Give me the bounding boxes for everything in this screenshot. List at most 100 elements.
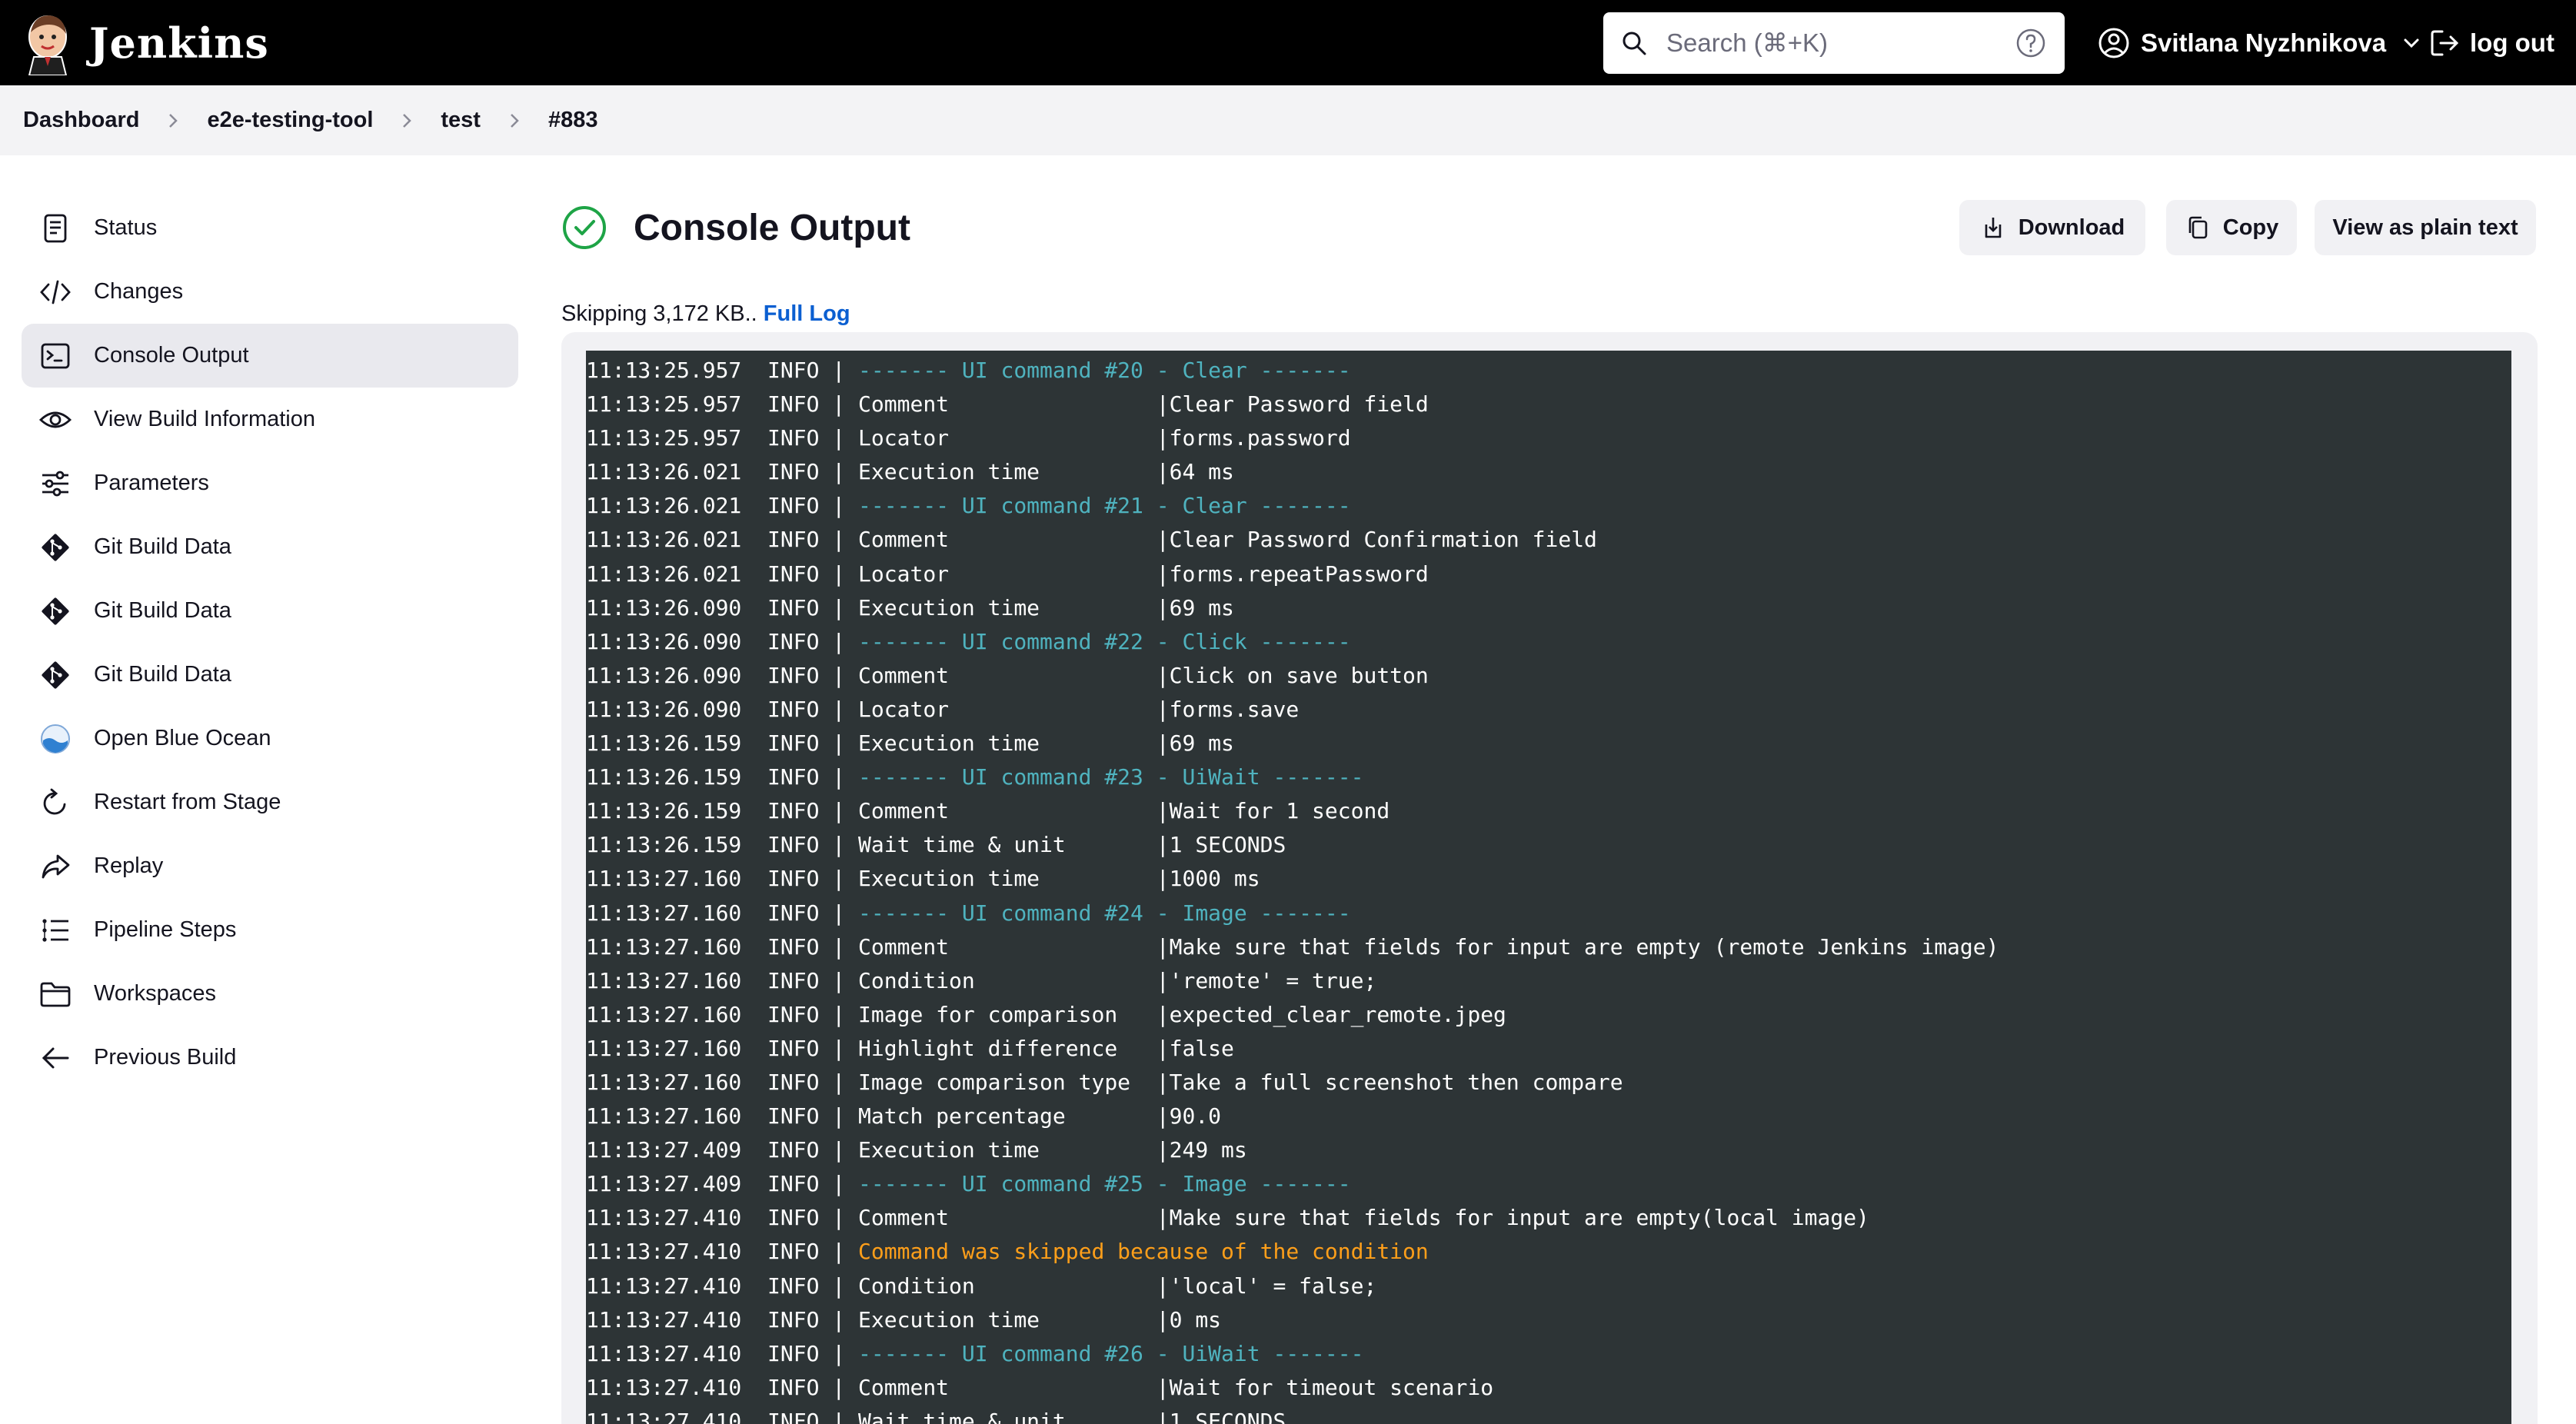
log-line: 11:13:26.090 INFO | Execution time |69 m… [586, 594, 1234, 621]
log-level: INFO [767, 1103, 820, 1130]
sidebar-item-parameters[interactable]: Parameters [22, 451, 518, 515]
terminal-icon [41, 343, 70, 368]
download-button[interactable]: Download [1959, 200, 2145, 255]
sidebar-item-label: Pipeline Steps [94, 917, 237, 942]
sidebar-item-label: Console Output [94, 343, 249, 368]
view-plain-text-button[interactable]: View as plain text [2315, 200, 2536, 255]
log-level: INFO [767, 1273, 820, 1299]
chevron-right-icon [511, 113, 519, 128]
sidebar-item-console-output[interactable]: Console Output [22, 324, 518, 388]
log-message: Execution time |1000 ms [858, 866, 1260, 892]
log-level: INFO [767, 1035, 820, 1061]
sidebar-item-replay[interactable]: Replay [22, 834, 518, 898]
copy-button[interactable]: Copy [2166, 200, 2297, 255]
sliders-icon [42, 471, 68, 496]
logout-link[interactable]: log out [2428, 22, 2554, 65]
sidebar-item-git-build-data-1[interactable]: Git Build Data [22, 515, 518, 579]
chevron-right-icon [169, 113, 178, 128]
sidebar-item-git-build-data-3[interactable]: Git Build Data [22, 643, 518, 707]
folder-icon [40, 982, 71, 1006]
log-level: INFO [767, 493, 820, 519]
breadcrumb-item-build[interactable]: #883 [548, 108, 598, 133]
log-level: INFO [767, 527, 820, 553]
page-header: Console Output [561, 204, 910, 251]
search-box[interactable] [1603, 12, 2065, 74]
user-avatar-icon [2098, 28, 2129, 58]
search-icon [1622, 32, 1646, 55]
sidebar-item-git-build-data-2[interactable]: Git Build Data [22, 579, 518, 643]
sidebar-item-previous-build[interactable]: Previous Build [22, 1026, 518, 1090]
log-timestamp: 11:13:26.021 [586, 561, 742, 587]
breadcrumb-item-job[interactable]: e2e-testing-tool [207, 108, 373, 133]
arrow-left-icon [42, 1047, 69, 1068]
sidebar-item-open-blue-ocean[interactable]: Open Blue Ocean [22, 707, 518, 770]
sidebar-item-label: Previous Build [94, 1045, 237, 1070]
log-timestamp: 11:13:27.160 [586, 1069, 742, 1095]
log-line: 11:13:26.159 INFO | Execution time |69 m… [586, 730, 1234, 757]
log-line: 11:13:26.159 INFO | ------- UI command #… [586, 764, 1364, 790]
log-message: Highlight difference |false [858, 1035, 1234, 1061]
log-timestamp: 11:13:27.160 [586, 866, 742, 892]
log-line: 11:13:26.021 INFO | Execution time |64 m… [586, 459, 1234, 485]
logout-icon [2431, 30, 2459, 56]
log-timestamp: 11:13:25.957 [586, 358, 742, 383]
success-check-icon [563, 206, 606, 249]
log-timestamp: 11:13:26.090 [586, 696, 742, 722]
log-message: Execution time |64 ms [858, 459, 1234, 485]
download-icon [1985, 218, 2002, 238]
help-icon[interactable] [2015, 28, 2046, 58]
brand-name: Jenkins [89, 18, 269, 68]
log-level: INFO [767, 1137, 820, 1163]
log-level: INFO [767, 1408, 820, 1424]
log-level: INFO [767, 1171, 820, 1197]
sidebar-item-restart-from-stage[interactable]: Restart from Stage [22, 770, 518, 834]
log-level: INFO [767, 1306, 820, 1333]
log-line: 11:13:26.021 INFO | ------- UI command #… [586, 493, 1351, 519]
breadcrumb-item-test[interactable]: test [441, 108, 481, 133]
log-line: 11:13:27.160 INFO | Image for comparison… [586, 1001, 1506, 1027]
log-line: 11:13:26.159 INFO | Wait time & unit |1 … [586, 832, 1286, 858]
log-line: 11:13:27.160 INFO | ------- UI command #… [586, 900, 1351, 926]
sidebar: Status Changes Console Output View Build… [22, 196, 518, 1090]
chevron-right-icon [403, 113, 412, 128]
jenkins-home-link[interactable]: Jenkins [23, 11, 269, 75]
log-level: INFO [767, 764, 820, 790]
log-timestamp: 11:13:27.410 [586, 1205, 742, 1231]
sidebar-item-changes[interactable]: Changes [22, 260, 518, 324]
log-message: ------- UI command #25 - Image ------- [858, 1171, 1351, 1197]
log-timestamp: 11:13:26.159 [586, 798, 742, 824]
sidebar-item-label: Git Build Data [94, 534, 231, 559]
log-level: INFO [767, 1069, 820, 1095]
log-message: Comment |Wait for timeout scenario [858, 1374, 1494, 1400]
sidebar-item-workspaces[interactable]: Workspaces [22, 962, 518, 1026]
log-timestamp: 11:13:27.410 [586, 1273, 742, 1299]
log-level: INFO [767, 1340, 820, 1366]
log-line: 11:13:27.160 INFO | Execution time |1000… [586, 866, 1260, 892]
log-message: Comment |Make sure that fields for input… [858, 1205, 1869, 1231]
sidebar-item-pipeline-steps[interactable]: Pipeline Steps [22, 898, 518, 962]
log-message: Comment |Clear Password field [858, 391, 1429, 418]
log-timestamp: 11:13:26.159 [586, 730, 742, 757]
full-log-link[interactable]: Full Log [764, 301, 850, 326]
log-line: 11:13:27.410 INFO | ------- UI command #… [586, 1340, 1364, 1366]
log-line: 11:13:26.090 INFO | Locator |forms.save [586, 696, 1300, 722]
sidebar-item-view-build-information[interactable]: View Build Information [22, 388, 518, 451]
user-menu[interactable]: Svitlana Nyzhnikova [2098, 22, 2421, 65]
log-message: Wait time & unit |1 SECONDS [858, 832, 1286, 858]
console-output[interactable]: 11:13:25.957 INFO | ------- UI command #… [586, 351, 2511, 1424]
log-message: Condition |'local' = false; [858, 1273, 1377, 1299]
breadcrumb-item-dashboard[interactable]: Dashboard [23, 108, 139, 133]
log-message: Match percentage |90.0 [858, 1103, 1222, 1130]
log-message: ------- UI command #20 - Clear ------- [858, 358, 1351, 383]
log-message: Locator |forms.repeatPassword [858, 561, 1429, 587]
log-timestamp: 11:13:27.160 [586, 1035, 742, 1061]
sidebar-item-status[interactable]: Status [22, 196, 518, 260]
log-timestamp: 11:13:26.021 [586, 459, 742, 485]
search-input[interactable] [1666, 12, 1989, 74]
log-message: Image comparison type |Take a full scree… [858, 1069, 1623, 1095]
log-line: 11:13:26.090 INFO | Comment |Click on sa… [586, 662, 1429, 688]
skip-notice: Skipping 3,172 KB.. Full Log [561, 301, 850, 327]
log-line: 11:13:27.160 INFO | Match percentage |90… [586, 1103, 1222, 1130]
copy-icon [2188, 216, 2208, 239]
log-line: 11:13:27.410 INFO | Execution time |0 ms [586, 1306, 1222, 1333]
